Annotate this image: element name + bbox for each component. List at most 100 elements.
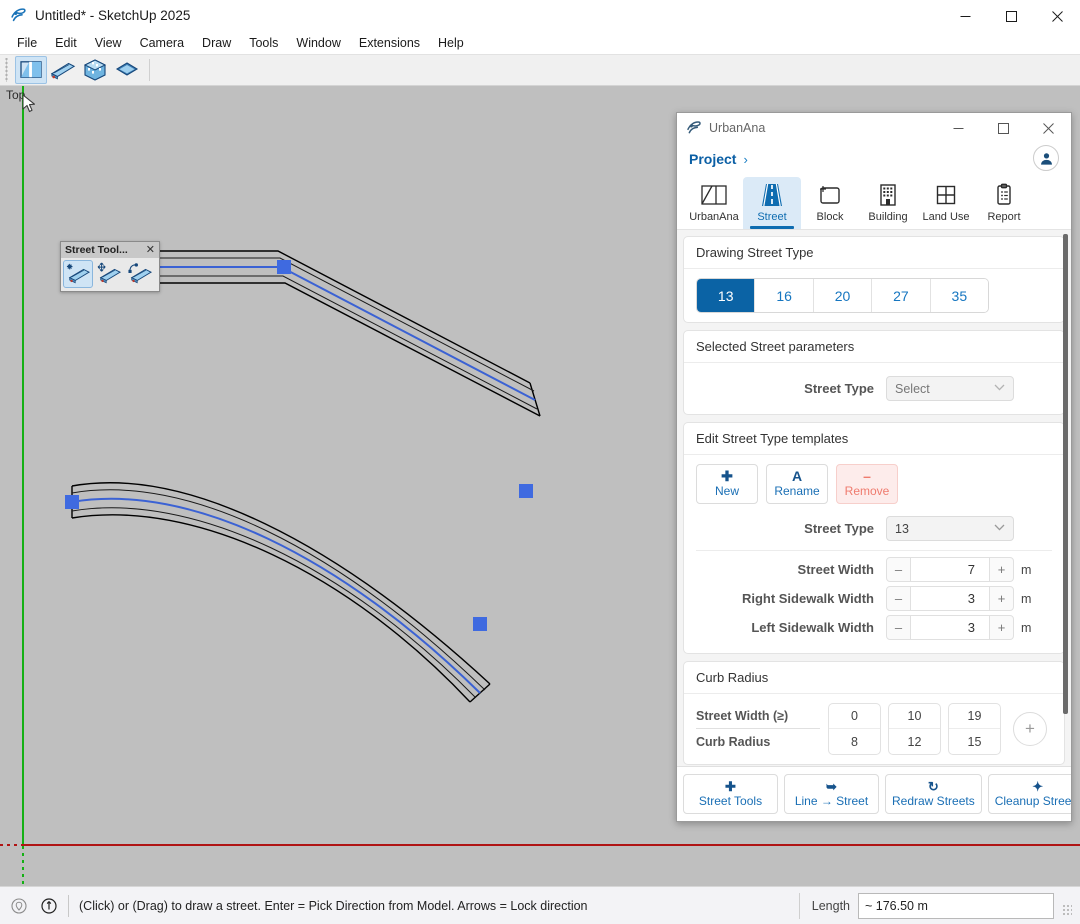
street-tools-label: Street Tools — [699, 794, 762, 808]
right-sidewalk-width-decrement[interactable]: – — [886, 586, 911, 611]
curb-street-width-value[interactable]: 0 — [829, 704, 880, 729]
tab-report[interactable]: Report — [975, 177, 1033, 229]
redraw-streets-button[interactable]: ↻ Redraw Streets — [885, 774, 982, 814]
left-sidewalk-width-decrement[interactable]: – — [886, 615, 911, 640]
urbanana-maximize-button[interactable] — [981, 113, 1026, 143]
curb-radius-value[interactable]: 8 — [829, 729, 880, 754]
move-street-tool[interactable] — [94, 260, 124, 288]
urbanana-titlebar: UrbanAna — [677, 113, 1071, 143]
right-sidewalk-width-row: Right Sidewalk Width – 3 + m — [696, 586, 1052, 611]
left-sidewalk-width-increment[interactable]: + — [989, 615, 1014, 640]
urbanana-title: UrbanAna — [709, 121, 765, 135]
curb-street-width-value[interactable]: 10 — [889, 704, 940, 729]
minimize-button[interactable] — [942, 0, 988, 32]
building-toolbar-icon[interactable] — [79, 56, 111, 84]
menu-edit[interactable]: Edit — [46, 33, 86, 54]
template-street-type-select[interactable]: 13 — [886, 516, 1014, 541]
left-sidewalk-width-value[interactable]: 3 — [911, 615, 989, 640]
toolbar-grip[interactable] — [4, 58, 12, 82]
menu-extensions[interactable]: Extensions — [350, 33, 429, 54]
curve-street-tool[interactable] — [125, 260, 155, 288]
menu-file[interactable]: File — [8, 33, 46, 54]
user-avatar-icon[interactable] — [1033, 145, 1059, 171]
street-type-option-20[interactable]: 20 — [814, 279, 872, 312]
selected-street-type-value: Select — [895, 382, 930, 396]
landuse-toolbar-icon[interactable] — [111, 56, 143, 84]
refresh-icon: ↻ — [928, 780, 939, 793]
street-toolbar-icon[interactable] — [47, 56, 79, 84]
window-title: Untitled* - SketchUp 2025 — [35, 8, 190, 23]
main-toolbar — [0, 54, 1080, 86]
right-sidewalk-width-value[interactable]: 3 — [911, 586, 989, 611]
right-sidewalk-width-increment[interactable]: + — [989, 586, 1014, 611]
tab-block[interactable]: Block — [801, 177, 859, 229]
curb-radius-column: 10 12 — [888, 703, 941, 755]
menu-tools[interactable]: Tools — [240, 33, 287, 54]
close-button[interactable] — [1034, 0, 1080, 32]
street-width-increment[interactable]: + — [989, 557, 1014, 582]
palette-close-icon[interactable]: ✕ — [145, 245, 156, 256]
tab-land-use[interactable]: Land Use — [917, 177, 975, 229]
statusbar: (Click) or (Drag) to draw a street. Ente… — [0, 886, 1080, 924]
minus-icon: – — [863, 470, 871, 483]
street-type-option-16[interactable]: 16 — [755, 279, 813, 312]
street-tools-button[interactable]: ✚ Street Tools — [683, 774, 778, 814]
cleanup-streets-button[interactable]: ✦ Cleanup Streets — [988, 774, 1071, 814]
line-to-street-button[interactable]: ➥ Line → Street — [784, 774, 879, 814]
plus-icon: ✚ — [725, 780, 736, 793]
menu-window[interactable]: Window — [287, 33, 349, 54]
curb-radius-value[interactable]: 15 — [949, 729, 1000, 754]
curb-street-width-value[interactable]: 19 — [949, 704, 1000, 729]
urbanana-logo-icon — [686, 120, 702, 136]
menu-camera[interactable]: Camera — [131, 33, 193, 54]
tab-street[interactable]: Street — [743, 177, 801, 229]
menu-draw[interactable]: Draw — [193, 33, 240, 54]
curb-radius-value[interactable]: 12 — [889, 729, 940, 754]
breadcrumb-project[interactable]: Project — [689, 151, 736, 167]
measurement-area: Length ~ 176.50 m — [799, 893, 1080, 919]
panel-scrollbar[interactable] — [1063, 234, 1068, 714]
urbanana-minimize-button[interactable] — [936, 113, 981, 143]
street-width-decrement[interactable]: – — [886, 557, 911, 582]
palette-titlebar[interactable]: Street Tool... ✕ — [61, 242, 159, 258]
street-tool-palette[interactable]: Street Tool... ✕ — [60, 241, 160, 292]
cleanup-streets-label: Cleanup Streets — [995, 794, 1071, 808]
measurement-separator — [799, 893, 800, 919]
geo-location-icon[interactable] — [8, 895, 30, 917]
drawing-street-type-heading: Drawing Street Type — [684, 237, 1064, 269]
toolbar-separator — [149, 59, 150, 81]
remove-template-button[interactable]: – Remove — [836, 464, 898, 504]
urbanana-icon — [701, 182, 727, 208]
rename-template-label: Rename — [774, 484, 819, 498]
chevron-right-icon: › — [743, 152, 747, 167]
statusbar-separator — [68, 895, 69, 917]
urbanana-panel: UrbanAna Project › — [676, 112, 1072, 822]
selected-street-parameters-body: Street Type Select — [684, 363, 1064, 414]
street-type-option-27[interactable]: 27 — [872, 279, 930, 312]
menu-view[interactable]: View — [86, 33, 131, 54]
street-type-option-13[interactable]: 13 — [697, 279, 755, 312]
sketchup-logo-icon — [10, 7, 27, 24]
draw-street-tool[interactable] — [63, 260, 93, 288]
left-sidewalk-width-label: Left Sidewalk Width — [696, 620, 886, 635]
window-controls — [942, 0, 1080, 32]
measurement-input[interactable]: ~ 176.50 m — [858, 893, 1054, 919]
street-type-option-35[interactable]: 35 — [931, 279, 988, 312]
menubar: File Edit View Camera Draw Tools Window … — [0, 32, 1080, 54]
maximize-button[interactable] — [988, 0, 1034, 32]
tab-urbanana[interactable]: UrbanAna — [685, 177, 743, 229]
tab-building[interactable]: Building — [859, 177, 917, 229]
chevron-down-icon — [994, 383, 1005, 394]
info-circle-icon[interactable] — [38, 895, 60, 917]
report-clipboard-icon — [994, 182, 1014, 208]
menu-help[interactable]: Help — [429, 33, 473, 54]
resize-grip[interactable] — [1062, 904, 1072, 916]
selected-street-type-select[interactable]: Select — [886, 376, 1014, 401]
add-curb-radius-column-button[interactable]: + — [1013, 712, 1047, 746]
urbanana-close-button[interactable] — [1026, 113, 1071, 143]
urbanana-toolbar-icon[interactable] — [15, 56, 47, 84]
new-template-button[interactable]: ✚ New — [696, 464, 758, 504]
text-rename-icon: A — [792, 470, 802, 483]
street-width-value[interactable]: 7 — [911, 557, 989, 582]
rename-template-button[interactable]: A Rename — [766, 464, 828, 504]
